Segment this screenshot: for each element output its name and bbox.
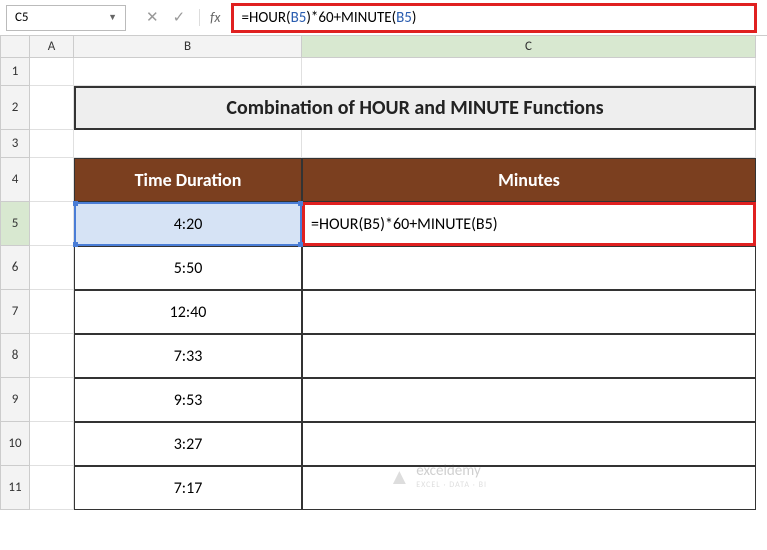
col-header-A[interactable]: A	[30, 36, 74, 58]
cell-C3[interactable]	[302, 130, 756, 158]
column-headers: A B C	[0, 36, 767, 58]
accept-icon[interactable]: ✓	[173, 8, 186, 27]
formula-text-3: )	[412, 9, 417, 27]
row-9: 9 9:53	[0, 378, 767, 422]
spreadsheet-grid: A B C 1 2 Combination of HOUR and MINUTE…	[0, 36, 767, 510]
row-header[interactable]: 1	[0, 58, 30, 86]
chart-icon: ▲	[388, 463, 410, 490]
cell-C5-editing[interactable]: =HOUR(B5)*60+MINUTE(B5)	[302, 202, 756, 246]
row-6: 6 5:50	[0, 246, 767, 290]
header-minutes[interactable]: Minutes	[302, 158, 756, 202]
name-box[interactable]: C5 ▼	[6, 5, 126, 31]
row-header[interactable]: 4	[0, 158, 30, 202]
formula-ref-1: B5	[291, 9, 307, 27]
cell-B1[interactable]	[74, 58, 302, 86]
row-4: 4 Time Duration Minutes	[0, 158, 767, 202]
formula-ref-2: B5	[396, 9, 412, 27]
formula-text-1: =HOUR(	[242, 9, 291, 27]
row-header[interactable]: 5	[0, 202, 30, 246]
formula-text-2: )*60+MINUTE(	[306, 9, 396, 27]
cell-B5[interactable]: 4:20	[74, 202, 302, 246]
cell-A5[interactable]	[30, 202, 74, 246]
fx-icon[interactable]: fx	[199, 9, 230, 26]
cell-C10[interactable]	[302, 422, 756, 466]
formula-bar: C5 ▼ ✕ ✓ fx =HOUR(B5)*60+MINUTE(B5)	[0, 0, 767, 36]
formula-input[interactable]: =HOUR(B5)*60+MINUTE(B5)	[231, 3, 758, 33]
row-header[interactable]: 9	[0, 378, 30, 422]
cell-A7[interactable]	[30, 290, 74, 334]
cell-B10[interactable]: 3:27	[74, 422, 302, 466]
title-cell[interactable]: Combination of HOUR and MINUTE Functions	[74, 86, 756, 130]
watermark-tag: EXCEL · DATA · BI	[416, 480, 487, 490]
row-3: 3	[0, 130, 767, 158]
cell-A2[interactable]	[30, 86, 74, 130]
cell-B6[interactable]: 5:50	[74, 246, 302, 290]
cell-A11[interactable]	[30, 466, 74, 510]
row-8: 8 7:33	[0, 334, 767, 378]
formula-buttons: ✕ ✓	[132, 8, 199, 27]
cell-C11[interactable]	[302, 466, 756, 510]
cell-B7[interactable]: 12:40	[74, 290, 302, 334]
row-header[interactable]: 7	[0, 290, 30, 334]
row-header[interactable]: 3	[0, 130, 30, 158]
row-10: 10 3:27	[0, 422, 767, 466]
cell-C7[interactable]	[302, 290, 756, 334]
row-11: 11 7:17	[0, 466, 767, 510]
cell-A9[interactable]	[30, 378, 74, 422]
col-header-B[interactable]: B	[74, 36, 302, 58]
cell-A6[interactable]	[30, 246, 74, 290]
selection-handle-icon	[298, 201, 303, 206]
row-7: 7 12:40	[0, 290, 767, 334]
cell-B8[interactable]: 7:33	[74, 334, 302, 378]
row-2: 2 Combination of HOUR and MINUTE Functio…	[0, 86, 767, 130]
name-box-value: C5	[15, 10, 29, 25]
row-header[interactable]: 11	[0, 466, 30, 510]
row-header[interactable]: 6	[0, 246, 30, 290]
cell-A4[interactable]	[30, 158, 74, 202]
cell-A3[interactable]	[30, 130, 74, 158]
cell-C6[interactable]	[302, 246, 756, 290]
cancel-icon[interactable]: ✕	[146, 8, 159, 27]
row-header[interactable]: 10	[0, 422, 30, 466]
chevron-down-icon[interactable]: ▼	[108, 12, 117, 23]
cell-C1[interactable]	[302, 58, 756, 86]
cell-A10[interactable]	[30, 422, 74, 466]
watermark: ▲ exceldemy EXCEL · DATA · BI	[388, 462, 487, 490]
col-header-C[interactable]: C	[302, 36, 756, 58]
cell-A8[interactable]	[30, 334, 74, 378]
header-time-duration[interactable]: Time Duration	[74, 158, 302, 202]
cell-B3[interactable]	[74, 130, 302, 158]
cell-B11[interactable]: 7:17	[74, 466, 302, 510]
row-header[interactable]: 2	[0, 86, 30, 130]
select-all-corner[interactable]	[0, 36, 30, 58]
cell-A1[interactable]	[30, 58, 74, 86]
row-header[interactable]: 8	[0, 334, 30, 378]
cell-B9[interactable]: 9:53	[74, 378, 302, 422]
cell-C8[interactable]	[302, 334, 756, 378]
row-5: 5 4:20 =HOUR(B5)*60+MINUTE(B5)	[0, 202, 767, 246]
selection-handle-icon	[73, 242, 78, 247]
watermark-brand: exceldemy	[416, 462, 487, 480]
row-1: 1	[0, 58, 767, 86]
cell-C9[interactable]	[302, 378, 756, 422]
